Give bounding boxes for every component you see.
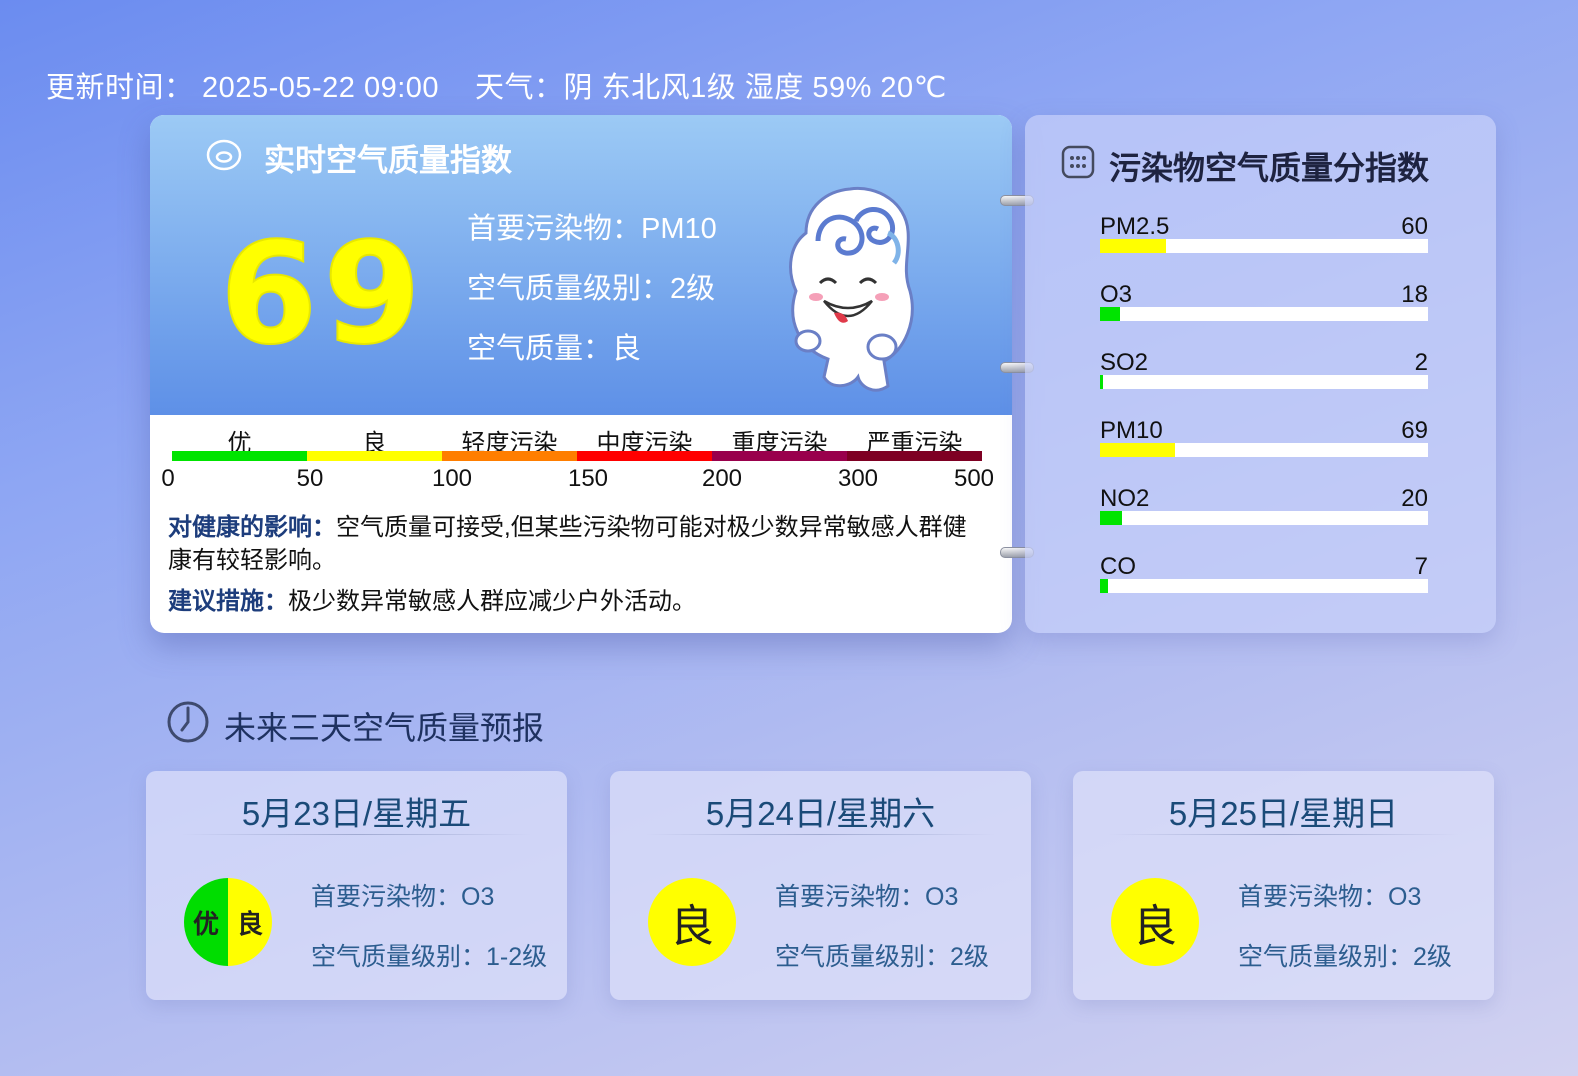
pollutant-bar-track (1100, 307, 1428, 321)
weather-info: 天气：阴 东北风1级 湿度 59% 20℃ (475, 72, 947, 104)
scale-tick: 300 (837, 465, 879, 492)
pollutant-name: NO2 (1100, 485, 1150, 512)
health-impact: 对健康的影响：空气质量可接受,但某些污染物可能对极少数异常敏感人群健康有较轻影响… (168, 511, 978, 577)
pollutant-index-card: 污染物空气质量分指数 PM2.5 60 O3 18 SO2 2 PM10 69 NO2 20 CO 7 (1025, 115, 1496, 633)
pollutant-row: CO 7 (1100, 553, 1428, 593)
aqi-level-badge: 优良 (184, 878, 272, 966)
advice-label: 建议措施： (168, 588, 288, 615)
pollutant-name: PM2.5 (1100, 213, 1170, 240)
pollutant-bar-track (1100, 443, 1428, 457)
pollutant-title: 污染物空气质量分指数 (1109, 150, 1430, 186)
aqi-value: 69 (219, 213, 427, 376)
clock-icon (167, 701, 209, 743)
forecast-card-day3: 5月25日/星期日 良 首要污染物：O3 空气质量级别：2级 (1073, 771, 1494, 1000)
scale-label-light: 轻度污染 (461, 430, 558, 457)
scale-label-heavy: 重度污染 (731, 430, 828, 457)
aqi-level-badge: 良 (648, 878, 736, 966)
pollutant-value: 60 (1401, 213, 1428, 240)
pollutant-bar-fill (1100, 239, 1166, 253)
pollutant-row: PM2.5 60 (1100, 213, 1428, 253)
primary-pollutant: 首要污染物：PM10 (467, 213, 717, 245)
aqi-header-panel: 实时空气质量指数 69 首要污染物：PM10 空气质量级别：2级 空气质量：良 (150, 115, 1012, 415)
advice: 建议措施：极少数异常敏感人群应减少户外活动。 (168, 585, 978, 618)
aqi-scale-labels: 优 良 轻度污染 中度污染 重度污染 严重污染 (172, 423, 982, 457)
scale-tick: 50 (296, 465, 324, 492)
advice-text: 极少数异常敏感人群应减少户外活动。 (288, 588, 696, 615)
aqi-title: 实时空气质量指数 (264, 143, 512, 178)
pollutant-bar-track (1100, 511, 1428, 525)
aqi-level: 空气质量级别：2级 (467, 273, 716, 305)
pollutant-value: 20 (1401, 485, 1428, 512)
scale-segment (307, 451, 442, 461)
scale-segment (172, 451, 307, 461)
pollutant-value: 18 (1401, 281, 1428, 308)
scale-label-good: 良 (362, 430, 387, 457)
pollutant-bar-fill (1100, 307, 1120, 321)
pollutant-row: O3 18 (1100, 281, 1428, 321)
top-info-bar: 更新时间： 2025-05-22 09:00 天气：阴 东北风1级 湿度 59% … (46, 64, 947, 106)
pollutant-bar-fill (1100, 443, 1175, 457)
pollutant-row: SO2 2 (1100, 349, 1428, 389)
scale-tick: 200 (701, 465, 743, 492)
scale-segment (442, 451, 577, 461)
pollutant-name: CO (1100, 553, 1136, 580)
pollutant-row: NO2 20 (1100, 485, 1428, 525)
badge-right: 良 (236, 908, 263, 939)
forecast-primary: 首要污染物：O3 (311, 883, 495, 911)
pollutant-name: PM10 (1100, 417, 1163, 444)
aqi-icon (206, 139, 242, 171)
pollutant-value: 2 (1414, 349, 1428, 376)
forecast-date: 5月25日/星期日 (1168, 795, 1399, 832)
pollutant-bar-track (1100, 579, 1428, 593)
scale-label-moderate: 中度污染 (596, 430, 693, 457)
scale-segment (712, 451, 847, 461)
pollutant-bar-fill (1100, 579, 1108, 593)
scale-segment (577, 451, 712, 461)
grid-icon (1061, 145, 1095, 179)
scale-tick: 500 (953, 465, 995, 492)
scale-tick: 150 (567, 465, 609, 492)
forecast-level: 空气质量级别：2级 (775, 943, 989, 971)
pollutant-bar-fill (1100, 375, 1103, 389)
forecast-card-day2: 5月24日/星期六 良 首要污染物：O3 空气质量级别：2级 (610, 771, 1031, 1000)
divider (645, 834, 996, 835)
forecast-date: 5月23日/星期五 (241, 795, 472, 832)
scale-label-severe: 严重污染 (866, 430, 963, 457)
pollutant-row: PM10 69 (1100, 417, 1428, 457)
realtime-aqi-card: 实时空气质量指数 69 首要污染物：PM10 空气质量级别：2级 空气质量：良 … (150, 115, 1012, 633)
pollutant-bar-fill (1100, 511, 1122, 525)
scale-label-excellent: 优 (227, 430, 252, 457)
badge-left: 优 (192, 908, 219, 939)
forecast-level: 空气质量级别：1-2级 (311, 943, 548, 971)
forecast-primary: 首要污染物：O3 (775, 883, 959, 911)
scale-segment (847, 451, 982, 461)
pollutant-name: SO2 (1100, 349, 1149, 376)
pollutant-bar-track (1100, 375, 1428, 389)
forecast-title: 未来三天空气质量预报 (224, 710, 545, 746)
update-time: 更新时间： 2025-05-22 09:00 (46, 72, 440, 104)
divider (181, 834, 532, 835)
aqi-scale-bar (172, 451, 982, 461)
aqi-level-badge: 良 (1111, 878, 1199, 966)
forecast-level: 空气质量级别：2级 (1238, 943, 1452, 971)
aqi-scale-ticks: 0 50 100 150 200 300 500 (150, 465, 1012, 495)
forecast-primary: 首要污染物：O3 (1238, 883, 1422, 911)
pollutant-name: O3 (1100, 281, 1133, 308)
pollutant-value: 7 (1414, 553, 1428, 580)
mascot (789, 186, 914, 392)
divider (1108, 834, 1459, 835)
aqi-quality: 空气质量：良 (467, 333, 642, 365)
pollutant-value: 69 (1401, 417, 1428, 444)
scale-tick: 0 (161, 465, 175, 492)
pollutant-bar-track (1100, 239, 1428, 253)
scale-tick: 100 (431, 465, 473, 492)
forecast-date: 5月24日/星期六 (705, 795, 936, 832)
health-label: 对健康的影响： (168, 514, 336, 541)
forecast-card-day1: 5月23日/星期五 优良 首要污染物：O3 空气质量级别：1-2级 (146, 771, 567, 1000)
